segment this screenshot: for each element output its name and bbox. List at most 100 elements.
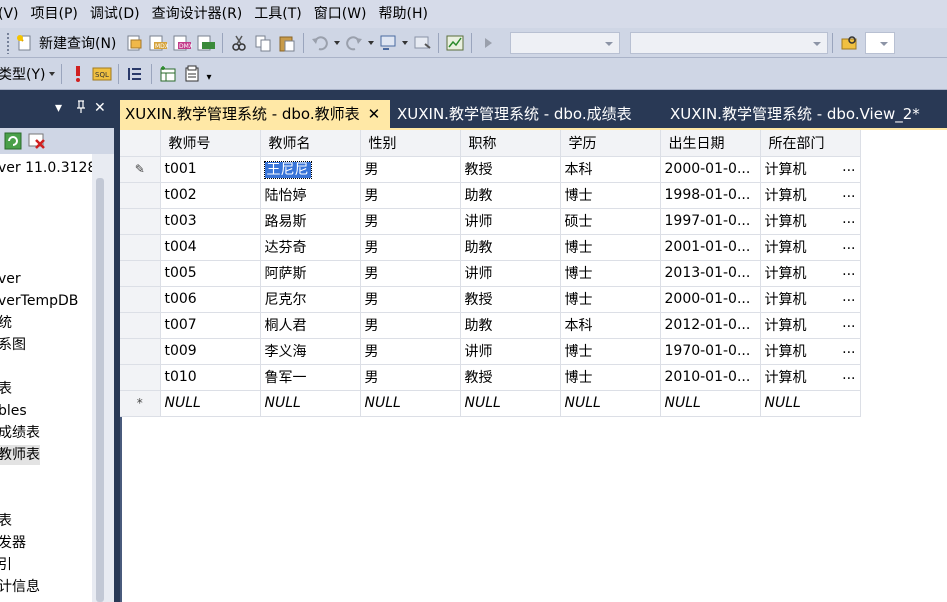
column-header[interactable]: 教师名: [260, 130, 361, 157]
grid-cell[interactable]: 桐人君: [260, 312, 361, 339]
undo-icon[interactable]: [309, 32, 331, 54]
table-row[interactable]: t003 路易斯男讲师 硕士 1997-01-0... 计算机...: [120, 208, 861, 235]
grid-cell[interactable]: 计算机...: [760, 286, 861, 313]
grid-cell[interactable]: 男: [360, 364, 461, 391]
selected-cell-value[interactable]: 王尼尼: [263, 161, 312, 179]
cell-overflow-button[interactable]: ...: [842, 367, 855, 387]
new-query-icon[interactable]: [14, 32, 36, 54]
grid-cell[interactable]: 助教: [460, 182, 561, 209]
menu-project[interactable]: 项目(P): [25, 0, 84, 28]
grid-cell[interactable]: 2001-01-0...: [660, 234, 761, 261]
row-selector[interactable]: [120, 182, 161, 209]
grid-cell[interactable]: 路易斯: [260, 208, 361, 235]
grid-cell[interactable]: 男: [360, 286, 461, 313]
grid-cell[interactable]: 教授: [460, 156, 561, 183]
grid-cell[interactable]: 1970-01-0...: [660, 338, 761, 365]
column-header[interactable]: 出生日期: [660, 130, 761, 157]
table-row[interactable]: t005 阿萨斯男讲师 博士 2013-01-0... 计算机...: [120, 260, 861, 287]
tree-node-server[interactable]: ver 11.0.3128: [0, 158, 92, 178]
undo-dropdown-icon[interactable]: [334, 40, 341, 45]
grid-cell[interactable]: 博士: [560, 260, 661, 287]
cell-overflow-button[interactable]: ...: [842, 159, 855, 179]
tab-score-table[interactable]: XUXIN.教学管理系统 - dbo.成绩表: [392, 100, 632, 128]
grid-cell[interactable]: 计算机...: [760, 312, 861, 339]
open-file-icon[interactable]: [123, 32, 145, 54]
tree-node-tables[interactable]: bles: [0, 401, 27, 421]
grid-cell[interactable]: 计算机...: [760, 260, 861, 287]
grid-cell[interactable]: 男: [360, 208, 461, 235]
grid-cell[interactable]: 本科: [560, 156, 661, 183]
grid-cell[interactable]: 李义海: [260, 338, 361, 365]
cut-icon[interactable]: [228, 32, 250, 54]
cell-overflow-button[interactable]: ...: [842, 185, 855, 205]
grid-cell[interactable]: 男: [360, 182, 461, 209]
grid-cell[interactable]: NULL: [760, 390, 861, 417]
grid-cell[interactable]: 男: [360, 260, 461, 287]
row-selector[interactable]: [120, 234, 161, 261]
grid-cell[interactable]: 博士: [560, 338, 661, 365]
activity-monitor-icon[interactable]: [444, 32, 466, 54]
column-header[interactable]: 学历: [560, 130, 661, 157]
close-tab-icon[interactable]: ✕: [368, 105, 381, 123]
grid-cell[interactable]: t010: [160, 364, 261, 391]
table-row[interactable]: t009 李义海男讲师 博士 1970-01-0... 计算机...: [120, 338, 861, 365]
redo-dropdown-icon[interactable]: [368, 40, 375, 45]
close-panel-icon[interactable]: ✕: [94, 100, 106, 116]
properties-icon[interactable]: [411, 32, 433, 54]
add-table-icon[interactable]: [157, 63, 179, 85]
object-explorer-scrollbar[interactable]: [92, 154, 114, 602]
grid-cell[interactable]: 计算机...: [760, 156, 861, 183]
grid-cell[interactable]: t006: [160, 286, 261, 313]
column-header[interactable]: 所在部门: [760, 130, 861, 157]
group-by-icon[interactable]: [124, 63, 146, 85]
change-type-dropdown-icon[interactable]: [49, 71, 56, 76]
cell-overflow-button[interactable]: ...: [842, 341, 855, 361]
row-selector[interactable]: [120, 312, 161, 339]
grid-cell[interactable]: 2010-01-0...: [660, 364, 761, 391]
grid-cell[interactable]: t005: [160, 260, 261, 287]
navigate-dropdown-icon[interactable]: [402, 40, 409, 45]
database-combo[interactable]: [510, 31, 621, 54]
execute-sql-icon[interactable]: [67, 63, 89, 85]
grid-cell[interactable]: 达芬奇: [260, 234, 361, 261]
grid-cell[interactable]: 博士: [560, 234, 661, 261]
table-row[interactable]: ✎ t001 王尼尼 男教授 本科 2000-01-0... 计算机...: [120, 156, 861, 183]
grid-cell[interactable]: 博士: [560, 364, 661, 391]
copy-icon[interactable]: [252, 32, 274, 54]
cell-overflow-button[interactable]: ...: [842, 315, 855, 335]
grid-cell[interactable]: 计算机...: [760, 182, 861, 209]
paste-icon[interactable]: [276, 32, 298, 54]
table-row[interactable]: * NULL NULL NULL NULL NULL NULL NULL: [120, 390, 861, 417]
grid-cell[interactable]: t003: [160, 208, 261, 235]
add-new-derived-table-icon[interactable]: [181, 63, 203, 85]
row-selector[interactable]: ✎: [120, 156, 161, 183]
row-selector[interactable]: [120, 364, 161, 391]
tree-node-teacher-table[interactable]: 教师表: [0, 445, 40, 465]
navigate-icon[interactable]: [377, 32, 399, 54]
menu-window[interactable]: 窗口(W): [308, 0, 373, 28]
grid-cell[interactable]: 2000-01-0...: [660, 156, 761, 183]
dmx-query-icon[interactable]: DMX: [171, 32, 193, 54]
grid-cell[interactable]: 教授: [460, 364, 561, 391]
tree-node[interactable]: 引: [0, 555, 12, 575]
solution-config-combo[interactable]: [630, 31, 829, 54]
menu-debug[interactable]: 调试(D): [84, 0, 146, 28]
grid-cell[interactable]: 陆怡婷: [260, 182, 361, 209]
grid-cell[interactable]: 男: [360, 312, 461, 339]
tree-node[interactable]: 表: [0, 511, 12, 531]
grid-cell[interactable]: 计算机...: [760, 338, 861, 365]
toolbar-grip[interactable]: [6, 31, 10, 54]
grid-cell[interactable]: 尼克尔: [260, 286, 361, 313]
grid-cell[interactable]: 1998-01-0...: [660, 182, 761, 209]
grid-cell[interactable]: t007: [160, 312, 261, 339]
grid-cell[interactable]: NULL: [260, 390, 361, 417]
grid-cell[interactable]: t001: [160, 156, 261, 183]
grid-cell[interactable]: 阿萨斯: [260, 260, 361, 287]
grid-cell[interactable]: 计算机...: [760, 208, 861, 235]
tree-node-score-table[interactable]: 成绩表: [0, 423, 40, 443]
cell-overflow-button[interactable]: ...: [842, 237, 855, 257]
column-header[interactable]: 性别: [360, 130, 461, 157]
cell-overflow-button[interactable]: ...: [842, 263, 855, 283]
menu-query-designer[interactable]: 查询设计器(R): [146, 0, 249, 28]
row-selector[interactable]: [120, 208, 161, 235]
